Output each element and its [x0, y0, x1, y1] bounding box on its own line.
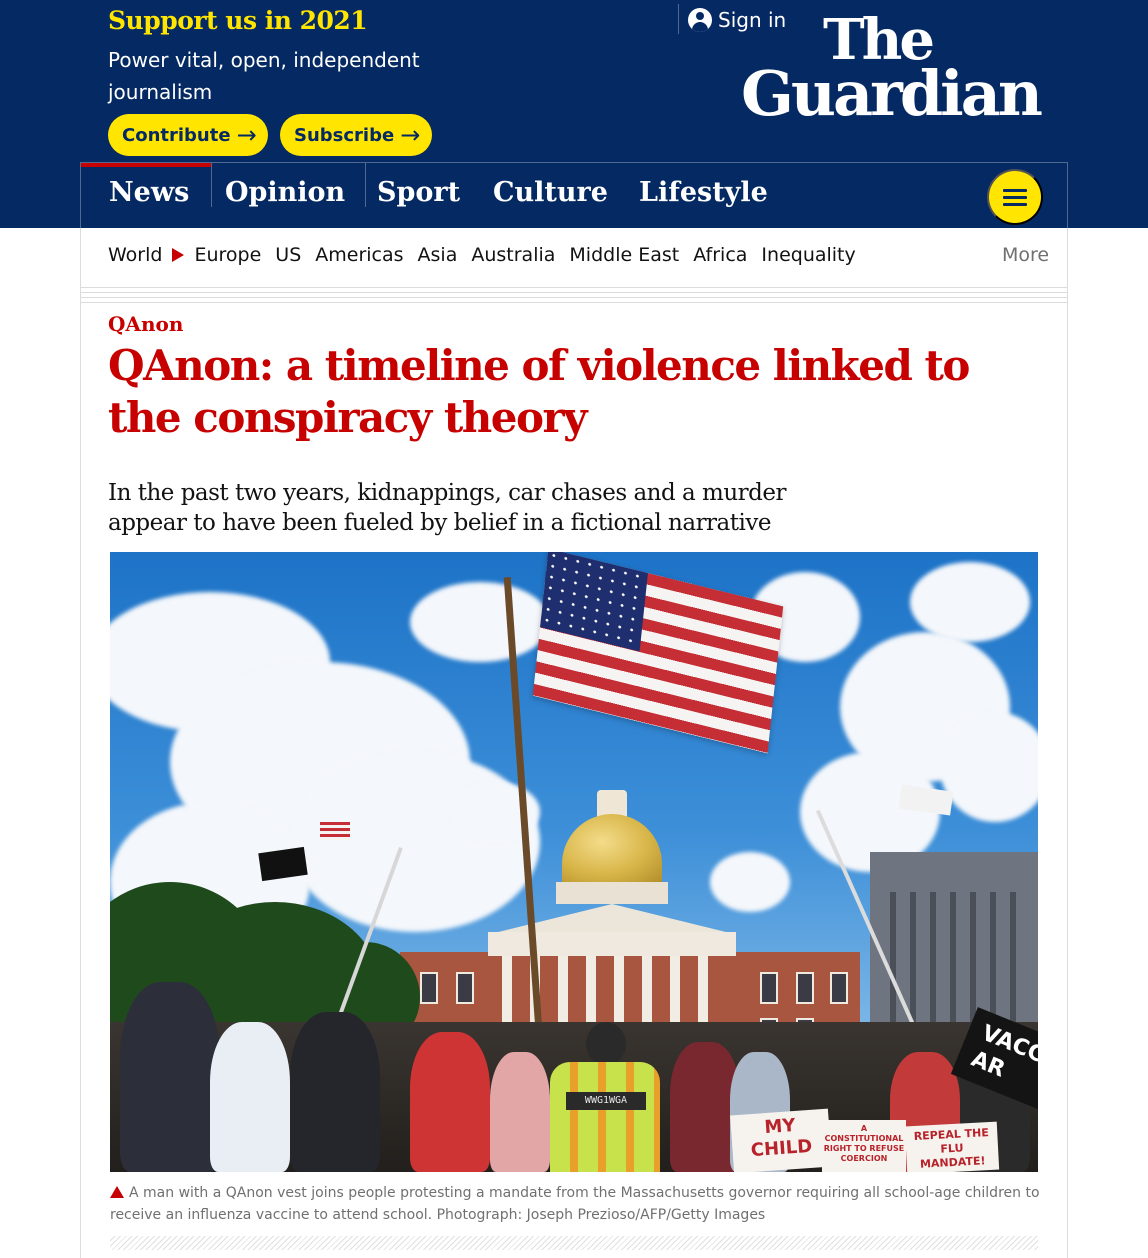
divider: [80, 297, 1068, 298]
subscribe-button[interactable]: Subscribe →: [280, 114, 432, 156]
logo-line-guardian: Guardian: [740, 57, 1043, 130]
subscribe-label: Subscribe: [294, 124, 395, 146]
sign-repeal: REPEAL THE FLU MANDATE!: [904, 1121, 1000, 1172]
pillar-sport[interactable]: Sport: [349, 163, 479, 228]
portico: [488, 932, 736, 956]
subnav-more-button[interactable]: More: [1002, 244, 1049, 266]
support-subtitle: Power vital, open, independent journalis…: [108, 48, 420, 104]
pillar-nav: News Opinion Sport Culture Lifestyle: [80, 162, 1068, 228]
contribute-label: Contribute: [122, 124, 231, 146]
qanon-vest: [550, 1062, 660, 1172]
subnav-item-africa[interactable]: Africa: [693, 244, 747, 266]
us-flag: [532, 552, 784, 754]
protester: [210, 1022, 290, 1172]
cloud: [940, 712, 1038, 822]
protester: [120, 982, 220, 1172]
section-subnav: World Europe US Americas Asia Australia …: [108, 244, 870, 266]
cloud: [910, 562, 1030, 642]
signin-divider: [678, 4, 679, 34]
triangle-right-icon: [172, 248, 185, 262]
article-standfirst: In the past two years, kidnappings, car …: [108, 480, 786, 536]
squiggle-divider: [110, 1236, 1038, 1250]
arrow-right-icon: →: [236, 121, 257, 149]
subnav-item-europe[interactable]: Europe: [194, 244, 261, 266]
subnav-item-asia[interactable]: Asia: [418, 244, 458, 266]
protester: [490, 1052, 550, 1172]
guardian-logo[interactable]: The Guardian: [740, 12, 1050, 130]
article-headline: QAnon: a timeline of violence linked to …: [108, 341, 970, 442]
subnav-item-middle-east[interactable]: Middle East: [569, 244, 679, 266]
subnav-item-australia[interactable]: Australia: [471, 244, 555, 266]
divider: [80, 287, 1068, 288]
subnav-item-inequality[interactable]: Inequality: [761, 244, 855, 266]
cloud: [710, 852, 790, 912]
golden-dome: [562, 814, 662, 884]
user-icon: [688, 8, 712, 32]
dome-drum: [556, 882, 668, 904]
subnav-item-us[interactable]: US: [275, 244, 301, 266]
pillar-opinion[interactable]: Opinion: [197, 163, 365, 228]
cloud: [410, 582, 550, 662]
support-title: Support us in 2021: [108, 6, 368, 35]
main-photo: WWG1WGA MY CHILD A CONSTITUTIONAL RIGHT …: [110, 552, 1038, 1172]
small-flag: [320, 822, 350, 840]
sign-my-child: MY CHILD: [730, 1108, 832, 1172]
divider: [80, 302, 1068, 303]
subnav-item-world[interactable]: World: [108, 244, 162, 266]
contribute-button[interactable]: Contribute →: [108, 114, 268, 156]
vest-text: WWG1WGA: [566, 1092, 646, 1110]
arrow-right-icon: →: [400, 121, 421, 149]
sign-constitutional: A CONSTITUTIONAL RIGHT TO REFUSE COERCIO…: [822, 1120, 906, 1172]
menu-button[interactable]: [987, 169, 1043, 225]
pillar-culture[interactable]: Culture: [465, 163, 611, 228]
article-kicker[interactable]: QAnon: [108, 312, 183, 336]
pillar-lifestyle[interactable]: Lifestyle: [611, 163, 781, 228]
photo-caption: A man with a QAnon vest joins people pro…: [110, 1182, 1045, 1226]
protester: [410, 1032, 490, 1172]
vest-man-head: [586, 1022, 626, 1066]
site-header: Support us in 2021 Power vital, open, in…: [0, 0, 1148, 228]
subnav-item-americas[interactable]: Americas: [315, 244, 403, 266]
hamburger-icon: [1003, 188, 1027, 192]
triangle-up-icon: [110, 1186, 124, 1198]
pillar-news[interactable]: News: [81, 163, 211, 228]
protester: [290, 1012, 380, 1172]
caption-text: A man with a QAnon vest joins people pro…: [110, 1185, 1040, 1223]
divider: [80, 292, 1068, 293]
